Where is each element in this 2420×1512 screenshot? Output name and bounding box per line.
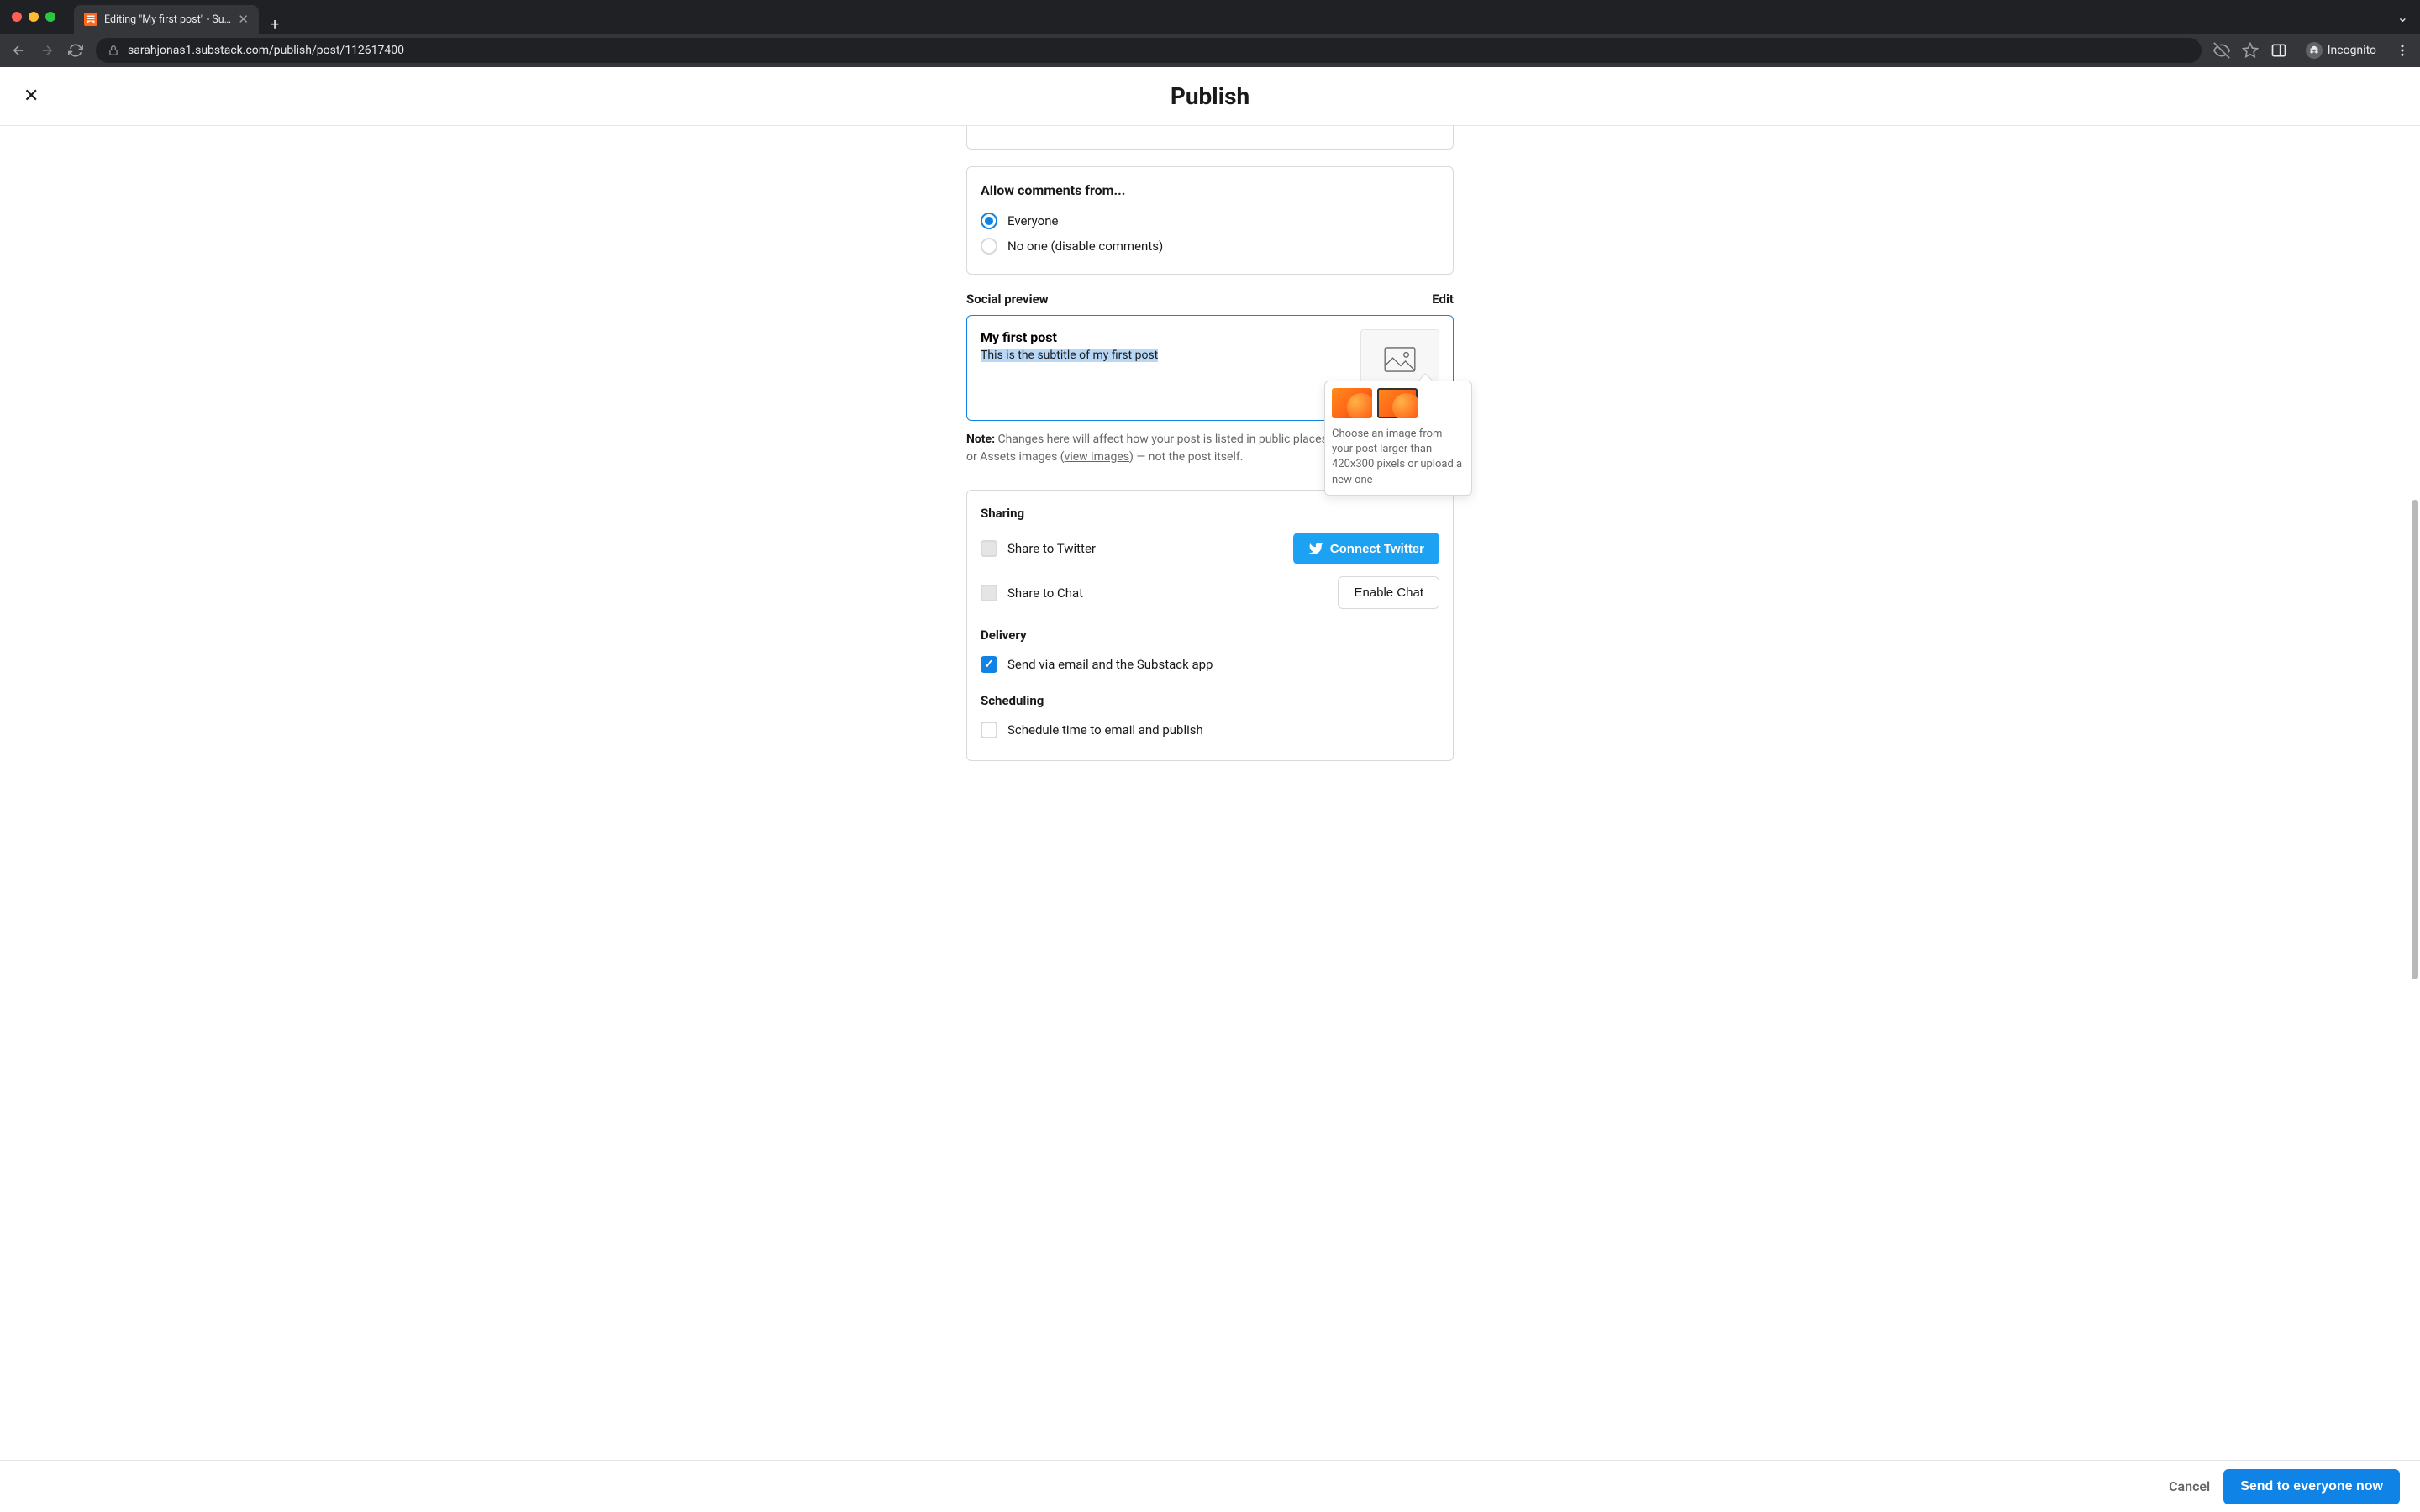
image-icon <box>1384 347 1416 372</box>
lock-icon <box>108 45 119 56</box>
forward-button[interactable] <box>39 43 55 58</box>
checkbox-disabled-icon <box>981 540 997 557</box>
send-to-everyone-button[interactable]: Send to everyone now <box>2223 1469 2400 1504</box>
previous-section-card <box>966 126 1454 150</box>
maximize-window-button[interactable] <box>45 12 55 22</box>
browser-tab[interactable]: Editing "My first post" - Subst… ✕ <box>74 5 259 34</box>
comments-option-no-one[interactable]: No one (disable comments) <box>981 234 1439 259</box>
content-scroll-area: Allow comments from... Everyone No one (… <box>0 126 2420 1460</box>
radio-unchecked-icon <box>981 238 997 255</box>
radio-checked-icon <box>981 213 997 229</box>
scheduling-heading: Scheduling <box>981 693 1439 708</box>
scrollbar-thumb[interactable] <box>2412 500 2418 980</box>
twitter-icon <box>1308 541 1323 556</box>
connect-twitter-button[interactable]: Connect Twitter <box>1293 533 1439 564</box>
checkbox-checked-icon <box>981 656 997 673</box>
social-preview-label: Social preview <box>966 291 1049 307</box>
eye-off-icon[interactable] <box>2213 42 2230 59</box>
social-preview-header-row: Social preview Edit <box>966 291 1454 307</box>
browser-toolbar: sarahjonas1.substack.com/publish/post/11… <box>0 34 2420 67</box>
reload-button[interactable] <box>67 43 84 58</box>
close-window-button[interactable] <box>12 12 22 22</box>
substack-favicon-icon <box>84 13 97 26</box>
browser-tab-bar: Editing "My first post" - Subst… ✕ + ⌄ <box>0 0 2420 34</box>
delivery-heading: Delivery <box>981 627 1439 643</box>
enable-chat-button[interactable]: Enable Chat <box>1338 576 1439 609</box>
sharing-heading: Sharing <box>981 506 1439 521</box>
back-button[interactable] <box>10 43 27 58</box>
image-thumbnail-1[interactable] <box>1332 388 1372 418</box>
url-text: sarahjonas1.substack.com/publish/post/11… <box>128 44 404 57</box>
close-tab-icon[interactable]: ✕ <box>238 12 249 27</box>
thumbnail-row <box>1332 388 1465 418</box>
incognito-profile-badge[interactable]: Incognito <box>2299 39 2383 62</box>
bookmark-star-icon[interactable] <box>2242 42 2259 59</box>
address-bar[interactable]: sarahjonas1.substack.com/publish/post/11… <box>96 38 2202 63</box>
page-header: ✕ Publish <box>0 67 2420 126</box>
incognito-icon <box>2306 42 2323 59</box>
radio-label: No one (disable comments) <box>1007 239 1163 254</box>
view-images-link[interactable]: view images <box>1065 450 1129 464</box>
page-title: Publish <box>1171 82 1249 110</box>
edit-social-preview-link[interactable]: Edit <box>1432 291 1454 307</box>
preview-title: My first post <box>981 329 1349 345</box>
share-chat-label: Share to Chat <box>1007 585 1083 601</box>
comments-heading: Allow comments from... <box>981 182 1439 198</box>
sharing-delivery-card: Sharing Share to Twitter Connect Twitter… <box>966 490 1454 761</box>
minimize-window-button[interactable] <box>29 12 39 22</box>
share-twitter-label: Share to Twitter <box>1007 541 1096 556</box>
window-traffic-lights <box>0 12 67 22</box>
delivery-option-email-app[interactable]: Send via email and the Substack app <box>981 651 1439 678</box>
comments-card: Allow comments from... Everyone No one (… <box>966 166 1454 275</box>
radio-label: Everyone <box>1007 213 1058 228</box>
image-thumbnail-2[interactable] <box>1377 388 1418 418</box>
delivery-option-label: Send via email and the Substack app <box>1007 657 1213 672</box>
new-tab-button[interactable]: + <box>259 16 291 34</box>
profile-label: Incognito <box>2328 44 2376 57</box>
tabs-overflow-icon[interactable]: ⌄ <box>2397 9 2420 25</box>
close-publish-button[interactable]: ✕ <box>24 86 39 107</box>
checkbox-disabled-icon <box>981 585 997 601</box>
share-twitter-row: Share to Twitter Connect Twitter <box>981 529 1439 568</box>
preview-subtitle: This is the subtitle of my first post <box>981 349 1349 362</box>
popover-helper-text: Choose an image from your post larger th… <box>1332 427 1465 488</box>
share-chat-row: Share to Chat Enable Chat <box>981 573 1439 612</box>
cancel-button[interactable]: Cancel <box>2169 1478 2210 1494</box>
footer-bar: Cancel Send to everyone now <box>0 1460 2420 1512</box>
scheduling-option-label: Schedule time to email and publish <box>1007 722 1203 738</box>
checkbox-unchecked-icon <box>981 722 997 738</box>
comments-option-everyone[interactable]: Everyone <box>981 208 1439 234</box>
cursor-pointer-icon <box>1392 400 1406 415</box>
kebab-menu-icon[interactable] <box>2395 43 2410 58</box>
scrollbar-track[interactable] <box>2412 126 2418 1460</box>
tabs-row: Editing "My first post" - Subst… ✕ + <box>67 0 291 34</box>
tab-title: Editing "My first post" - Subst… <box>104 13 231 26</box>
scheduling-option[interactable]: Schedule time to email and publish <box>981 717 1439 743</box>
note-label: Note: <box>966 433 995 446</box>
panel-icon[interactable] <box>2270 42 2287 59</box>
image-selector-popover: Choose an image from your post larger th… <box>1324 381 1472 496</box>
